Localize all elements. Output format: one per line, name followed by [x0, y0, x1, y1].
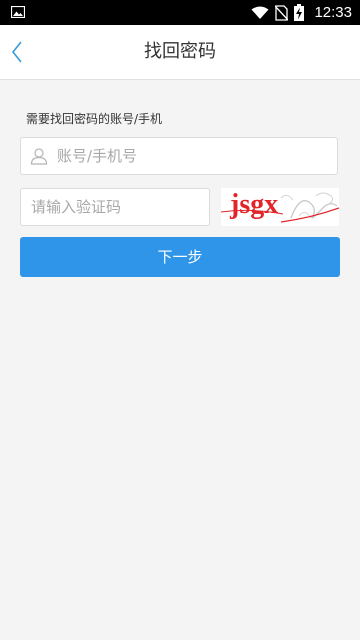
account-field: [20, 137, 338, 175]
form-label: 需要找回密码的账号/手机: [26, 112, 163, 126]
status-bar: 12:33: [0, 0, 360, 25]
wifi-icon: [251, 6, 269, 19]
account-input[interactable]: [57, 138, 327, 174]
captcha-text: jsgx: [230, 189, 279, 220]
captcha-image[interactable]: jsgx: [221, 188, 339, 226]
user-icon: [30, 148, 48, 165]
no-sim-icon: [275, 4, 289, 21]
image-icon: [11, 6, 25, 18]
header: 找回密码: [0, 25, 360, 80]
captcha-field: [20, 188, 210, 226]
status-time: 12:33: [314, 4, 352, 21]
next-button[interactable]: 下一步: [20, 237, 340, 277]
page-title: 找回密码: [144, 41, 216, 62]
status-icons: 12:33: [251, 0, 352, 25]
battery-charging-icon: [294, 4, 305, 21]
captcha-input[interactable]: [31, 189, 201, 225]
